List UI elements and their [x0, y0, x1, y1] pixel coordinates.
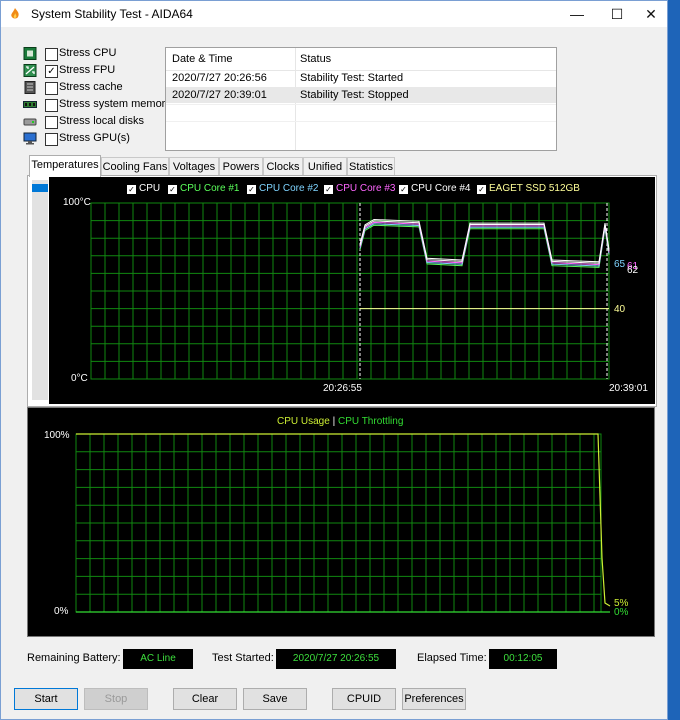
- save-button[interactable]: Save: [243, 688, 307, 710]
- disk-icon: [23, 118, 37, 126]
- legend-checkbox[interactable]: ✓: [168, 185, 177, 194]
- log-row[interactable]: 2020/7/27 20:26:56 Stability Test: Start…: [166, 70, 556, 86]
- tab-clocks[interactable]: Clocks: [263, 157, 303, 176]
- stress-disks-checkbox[interactable]: [45, 116, 58, 129]
- maximize-icon: ☐: [610, 6, 624, 22]
- minimize-icon: —: [570, 6, 584, 22]
- stress-disks-label: Stress local disks: [59, 115, 144, 127]
- stress-cache-label: Stress cache: [59, 81, 123, 93]
- legend-label: CPU Core #3: [336, 183, 396, 194]
- stress-fpu-checkbox[interactable]: ✓: [45, 65, 58, 78]
- window-title: System Stability Test - AIDA64: [31, 7, 193, 21]
- legend-checkbox[interactable]: ✓: [399, 185, 408, 194]
- minimize-button[interactable]: —: [557, 1, 597, 27]
- temperature-graph: ✓ CPU ✓ CPU Core #1 ✓ CPU Core #2 ✓ CPU Core…: [49, 177, 655, 404]
- log-status: Stability Test: Stopped: [300, 89, 409, 101]
- stress-cpu-checkbox[interactable]: [45, 48, 58, 61]
- fpu-icon: [23, 64, 37, 77]
- legend-checkbox[interactable]: ✓: [324, 185, 333, 194]
- cpu-throttling-value-label: 0%: [614, 607, 629, 618]
- clear-button[interactable]: Clear: [173, 688, 237, 710]
- gpu-icon: [23, 132, 37, 145]
- aida64-flame-icon: [11, 8, 19, 19]
- y-axis-min-label: 0°C: [71, 373, 88, 384]
- start-button[interactable]: Start: [14, 688, 78, 710]
- test-started-value: 2020/7/27 20:26:55: [276, 649, 396, 669]
- cpuid-button[interactable]: CPUID: [332, 688, 396, 710]
- elapsed-time-label: Elapsed Time:: [417, 652, 487, 664]
- legend-item-ssd[interactable]: ✓ EAGET SSD 512GB: [477, 183, 580, 194]
- log-row-empty: [166, 121, 556, 138]
- x-axis-end-label: 20:39:01: [609, 383, 648, 394]
- legend-label: EAGET SSD 512GB: [489, 183, 580, 194]
- log-row-empty: [166, 104, 556, 121]
- legend-item-core2[interactable]: ✓ CPU Core #2: [247, 183, 318, 194]
- y-axis-max-label: 100°C: [63, 197, 91, 208]
- sensor-selector-highlight: [32, 184, 48, 192]
- legend-separator: |: [332, 416, 336, 427]
- log-status: Stability Test: Started: [300, 72, 404, 84]
- close-button[interactable]: ✕: [631, 1, 667, 27]
- tab-cooling-fans[interactable]: Cooling Fans: [101, 157, 169, 176]
- preferences-button[interactable]: Preferences: [402, 688, 466, 710]
- column-header-datetime[interactable]: Date & Time: [172, 48, 233, 70]
- test-log-list[interactable]: Date & Time Status 2020/7/27 20:26:56 St…: [165, 47, 557, 151]
- close-icon: ✕: [645, 6, 657, 22]
- test-started-label: Test Started:: [212, 652, 274, 664]
- legend-checkbox[interactable]: ✓: [477, 185, 486, 194]
- stress-memory-checkbox[interactable]: [45, 99, 58, 112]
- legend-label: CPU Core #2: [259, 183, 319, 194]
- tab-statistics[interactable]: Statistics: [347, 157, 395, 176]
- cpu-temperature-trace: [359, 223, 610, 267]
- log-row[interactable]: 2020/7/27 20:39:01 Stability Test: Stopp…: [166, 87, 556, 103]
- legend-label-cpu-throttling: CPU Throttling: [337, 416, 404, 427]
- stress-cache-checkbox[interactable]: [45, 82, 58, 95]
- legend-item-core1[interactable]: ✓ CPU Core #1: [168, 183, 239, 194]
- legend-checkbox[interactable]: ✓: [247, 185, 256, 194]
- x-axis-start-label: 20:26:55: [323, 383, 362, 394]
- legend-item-cpu[interactable]: ✓ CPU: [127, 183, 160, 194]
- stress-cpu-label: Stress CPU: [59, 47, 117, 59]
- elapsed-time-value: 00:12:05: [489, 649, 557, 669]
- legend-label: CPU Core #4: [411, 183, 471, 194]
- log-datetime: 2020/7/27 20:26:56: [172, 72, 267, 84]
- temperature-value-label: 62: [627, 265, 639, 276]
- temperature-value-label: 65: [614, 259, 626, 270]
- legend-item-core3[interactable]: ✓ CPU Core #3: [324, 183, 395, 194]
- legend-item-core4[interactable]: ✓ CPU Core #4: [399, 183, 470, 194]
- stress-fpu-label: Stress FPU: [59, 64, 116, 76]
- ssd-temperature-value-label: 40: [614, 304, 626, 315]
- stress-memory-label: Stress system memory: [59, 98, 171, 110]
- legend-label: CPU Core #1: [180, 183, 240, 194]
- legend-label-cpu-usage: CPU Usage: [277, 416, 330, 427]
- battery-label: Remaining Battery:: [27, 652, 121, 664]
- memory-icon: [23, 101, 37, 108]
- temperature-graph-canvas: [90, 202, 610, 380]
- y-axis-max-label: 100%: [44, 430, 70, 441]
- battery-value: AC Line: [123, 649, 193, 669]
- tab-temperatures[interactable]: Temperatures: [29, 155, 101, 177]
- column-header-status[interactable]: Status: [300, 48, 331, 70]
- title-bar: System Stability Test - AIDA64 — ☐ ✕: [1, 1, 667, 27]
- stop-button[interactable]: Stop: [84, 688, 148, 710]
- tab-unified[interactable]: Unified: [303, 157, 347, 176]
- stress-gpu-checkbox[interactable]: [45, 133, 58, 146]
- sensor-selector-list[interactable]: [32, 180, 48, 400]
- tab-powers[interactable]: Powers: [219, 157, 263, 176]
- cpu-usage-graph: CPU Usage | CPU Throttling 100% 0% 5% 0%: [27, 407, 655, 637]
- cpu-usage-graph-canvas: [75, 433, 611, 613]
- cpu-icon: [23, 47, 37, 60]
- stress-gpu-label: Stress GPU(s): [59, 132, 130, 144]
- y-axis-min-label: 0%: [54, 606, 69, 617]
- legend-label: CPU: [139, 183, 161, 194]
- aida64-window: System Stability Test - AIDA64 — ☐ ✕ Str…: [0, 0, 668, 720]
- legend-checkbox[interactable]: ✓: [127, 185, 136, 194]
- cache-icon: [24, 81, 36, 94]
- log-datetime: 2020/7/27 20:39:01: [172, 89, 267, 101]
- tab-voltages[interactable]: Voltages: [169, 157, 219, 176]
- cpu-usage-trace: [76, 433, 611, 607]
- usage-legend: CPU Usage | CPU Throttling: [277, 416, 403, 427]
